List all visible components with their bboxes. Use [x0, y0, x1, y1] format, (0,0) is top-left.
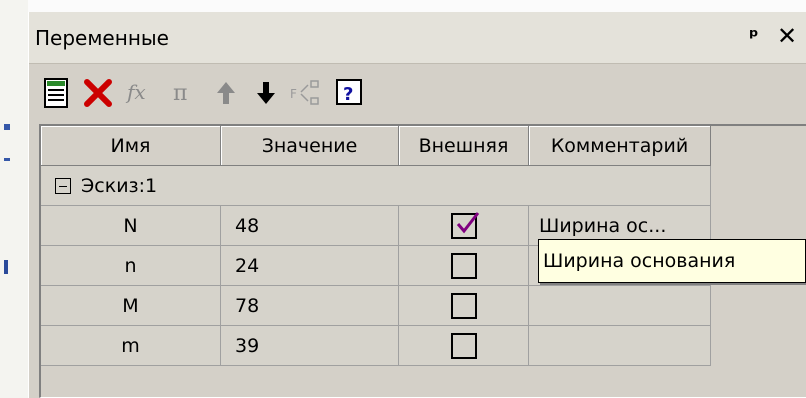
- table-row-value[interactable]: 39: [221, 326, 399, 366]
- table-row-name[interactable]: m: [41, 326, 221, 366]
- external-checkbox[interactable]: [450, 292, 477, 319]
- column-header-name[interactable]: Имя: [41, 126, 221, 166]
- table-icon[interactable]: [37, 74, 75, 112]
- comment-tooltip: Ширина основания: [538, 239, 806, 283]
- check-icon: [456, 211, 479, 233]
- table-row-value[interactable]: 48: [221, 206, 399, 246]
- table-row-external: [399, 246, 529, 286]
- pi-icon[interactable]: π: [165, 74, 203, 112]
- table-row-value[interactable]: 78: [221, 286, 399, 326]
- table-row-value[interactable]: 24: [221, 246, 399, 286]
- group-row-sketch[interactable]: Эскиз:1: [41, 166, 711, 206]
- table-row-comment[interactable]: [529, 286, 711, 326]
- svg-text:?: ?: [343, 84, 353, 105]
- help-icon[interactable]: ?: [331, 74, 369, 112]
- column-header-comment[interactable]: Комментарий: [529, 126, 711, 166]
- toolbar: fx π F ?: [29, 64, 806, 124]
- external-checkbox[interactable]: [450, 211, 479, 239]
- variables-panel: Переменные ᵖ ✕ fx π F ? Имя Значение Вне…: [28, 12, 806, 398]
- fx-icon[interactable]: fx: [123, 74, 161, 112]
- group-label: Эскиз:1: [81, 174, 158, 197]
- table-row-name[interactable]: n: [41, 246, 221, 286]
- expand-icon[interactable]: F: [287, 74, 325, 112]
- table-row-comment[interactable]: [529, 326, 711, 366]
- column-header-value[interactable]: Значение: [221, 126, 399, 166]
- edge-marker: [4, 260, 8, 274]
- table-row-external: [399, 326, 529, 366]
- svg-text:fx: fx: [125, 80, 146, 104]
- close-icon[interactable]: ✕: [777, 22, 797, 50]
- panel-titlebar[interactable]: Переменные ᵖ ✕: [29, 12, 806, 64]
- edge-marker: [4, 158, 10, 161]
- pin-icon[interactable]: ᵖ: [749, 24, 759, 48]
- left-edge-strip: [0, 0, 28, 398]
- arrow-up-icon[interactable]: [207, 74, 245, 112]
- svg-text:π: π: [173, 81, 187, 106]
- external-checkbox[interactable]: [450, 252, 477, 279]
- table-row-name[interactable]: N: [41, 206, 221, 246]
- table-row-name[interactable]: M: [41, 286, 221, 326]
- red-x-icon[interactable]: [79, 74, 117, 112]
- edge-marker: [4, 124, 10, 130]
- svg-text:F: F: [290, 87, 297, 101]
- table-row-external: [399, 286, 529, 326]
- arrow-down-icon[interactable]: [247, 74, 285, 112]
- panel-title: Переменные: [35, 26, 169, 50]
- collapse-icon[interactable]: [55, 177, 71, 194]
- column-header-external[interactable]: Внешняя: [399, 126, 529, 166]
- external-checkbox[interactable]: [450, 332, 477, 359]
- table-row-external: [399, 206, 529, 246]
